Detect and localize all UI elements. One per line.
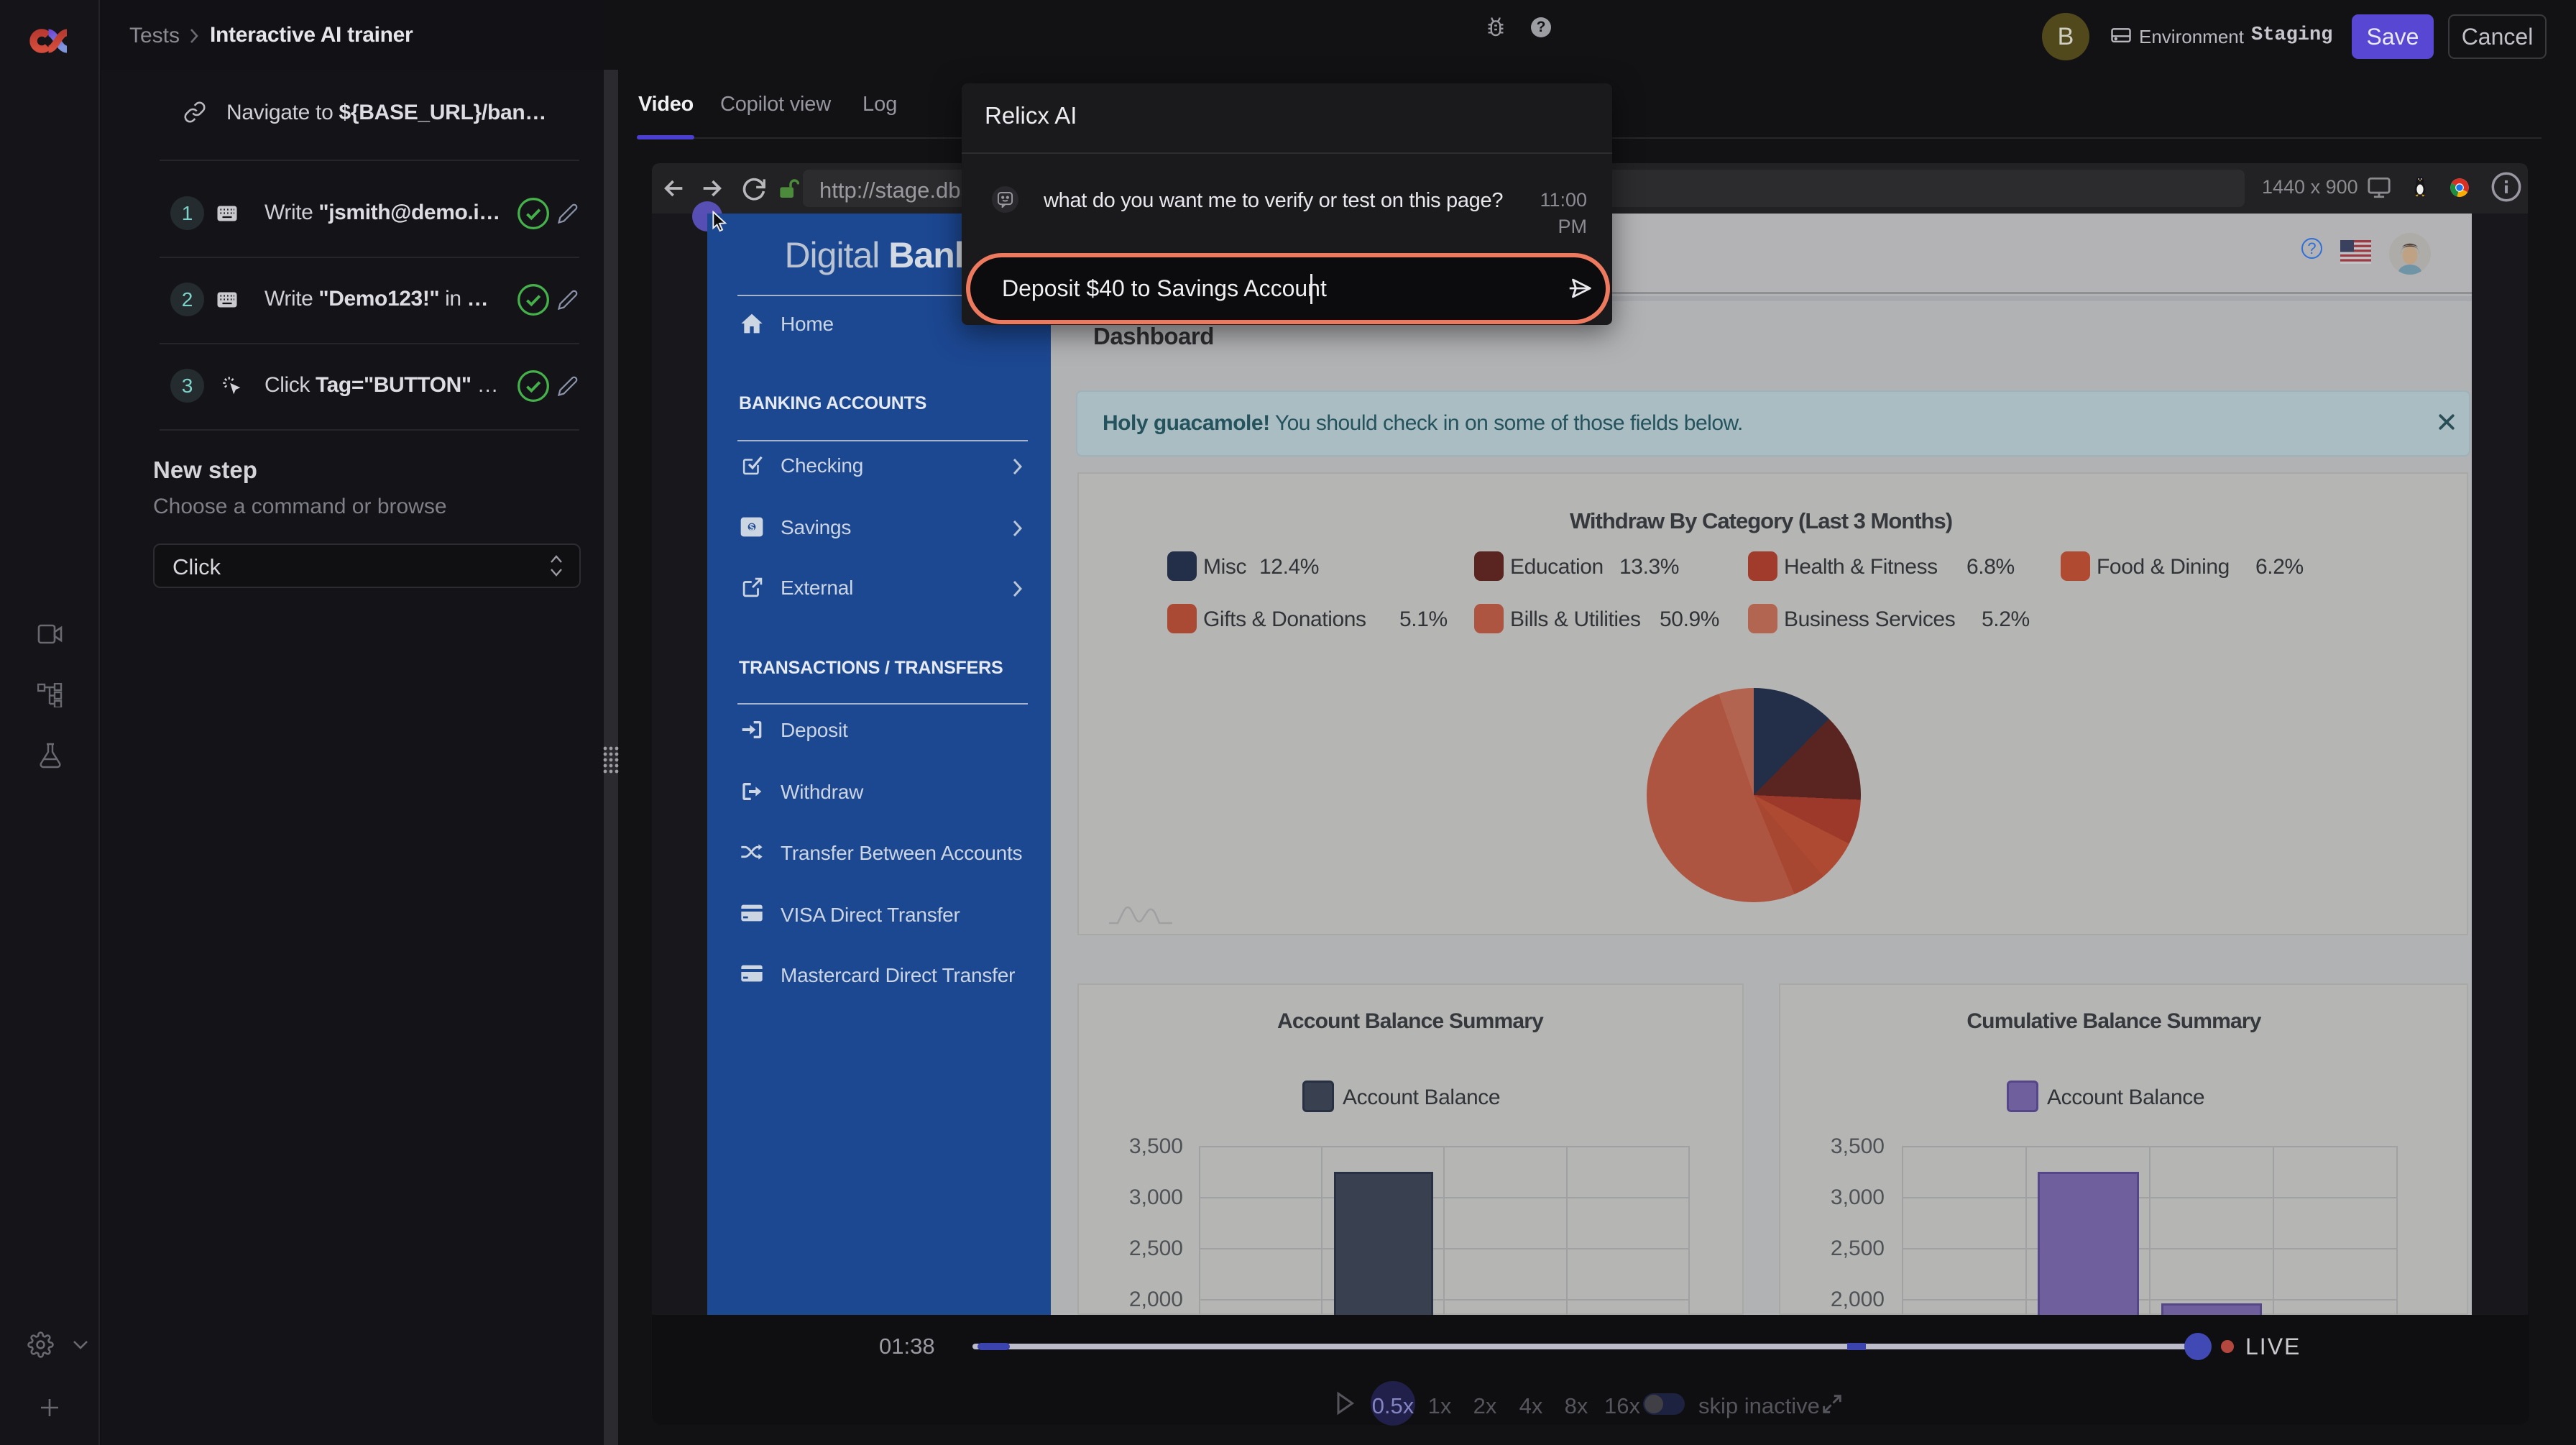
svg-text:$: $ (749, 522, 755, 533)
